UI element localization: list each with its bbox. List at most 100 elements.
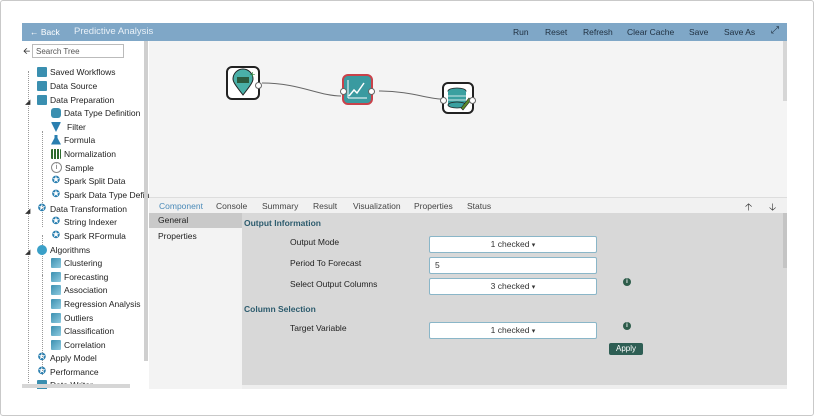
sidebar-item-regression-analysis[interactable]: Regression Analysis bbox=[51, 297, 141, 310]
spark-icon: ✪ bbox=[37, 351, 47, 363]
collapse-data-preparation-icon[interactable]: ◢ bbox=[25, 98, 30, 106]
forecasting-node[interactable] bbox=[340, 74, 375, 105]
top-bar: ← Back Predictive Analysis Run Reset Ref… bbox=[22, 23, 787, 41]
sidebar-item-association[interactable]: Association bbox=[51, 283, 107, 296]
association-icon bbox=[51, 284, 61, 295]
save-button[interactable]: Save bbox=[689, 27, 708, 37]
spark-icon: ✪ bbox=[51, 215, 61, 227]
sidebar-scrollbar[interactable] bbox=[144, 41, 148, 361]
data-source-node[interactable]: + bbox=[226, 66, 262, 100]
sidebar-item-algorithms[interactable]: Algorithms bbox=[37, 243, 90, 256]
tab-visualization[interactable]: Visualization bbox=[353, 201, 401, 211]
input-port[interactable] bbox=[340, 88, 347, 95]
search-tree-input[interactable] bbox=[32, 44, 124, 58]
apply-button[interactable]: Apply bbox=[609, 343, 644, 355]
tab-console[interactable]: Console bbox=[216, 201, 247, 211]
tab-summary[interactable]: Summary bbox=[262, 201, 298, 211]
period-to-forecast-label: Period To Forecast bbox=[290, 258, 362, 268]
output-port[interactable] bbox=[368, 88, 375, 95]
save-as-button[interactable]: Save As bbox=[724, 27, 755, 37]
sidebar-horizontal-scrollbar[interactable] bbox=[22, 384, 130, 388]
sidebar-item-label: Apply Model bbox=[50, 352, 97, 363]
tab-component[interactable]: Component bbox=[159, 201, 203, 211]
sidebar-item-saved-workflows[interactable]: Saved Workflows bbox=[37, 65, 116, 78]
sidebar-item-formula[interactable]: Formula bbox=[51, 133, 95, 146]
sidebar-item-data-transformation[interactable]: ✪ Data Transformation bbox=[37, 202, 127, 215]
properties-subnav: General Properties bbox=[149, 213, 242, 389]
sidebar-item-normalization[interactable]: Normalization bbox=[51, 147, 116, 160]
sidebar-item-label: Data Transformation bbox=[50, 203, 128, 214]
sidebar-item-forecasting[interactable]: Forecasting bbox=[51, 270, 108, 283]
output-information-heading: Output Information bbox=[244, 218, 321, 228]
sidebar-item-label: Association bbox=[64, 284, 108, 295]
info-icon[interactable]: i bbox=[623, 322, 631, 330]
output-mode-dropdown[interactable]: 1 checked bbox=[429, 236, 597, 253]
spark-icon: ✪ bbox=[51, 229, 61, 241]
info-icon[interactable]: i bbox=[623, 278, 631, 286]
data-source-icon bbox=[37, 80, 47, 91]
sidebar-item-correlation[interactable]: Correlation bbox=[51, 338, 106, 351]
form-scrollbar[interactable] bbox=[783, 213, 787, 268]
sidebar-item-apply-model[interactable]: ✪ Apply Model bbox=[37, 351, 97, 364]
target-variable-value: 1 checked bbox=[490, 325, 530, 335]
expand-icon[interactable]: ⤢ bbox=[771, 25, 779, 36]
select-output-columns-dropdown[interactable]: 3 checked bbox=[429, 278, 597, 295]
input-port[interactable] bbox=[440, 97, 447, 104]
connection-line bbox=[261, 82, 342, 97]
correlation-icon bbox=[51, 339, 61, 350]
forecasting-icon bbox=[51, 271, 61, 282]
sidebar-item-spark-data-type-definition[interactable]: ✪ Spark Data Type Defin bbox=[51, 188, 150, 201]
canvas-scrollbar[interactable] bbox=[783, 41, 787, 101]
subnav-general[interactable]: General bbox=[149, 213, 242, 228]
clear-cache-button[interactable]: Clear Cache bbox=[627, 27, 674, 37]
sidebar-item-string-indexer[interactable]: ✪ String Indexer bbox=[51, 215, 117, 228]
sidebar-item-performance[interactable]: ✪ Performance bbox=[37, 365, 99, 378]
sidebar-item-label: Spark RFormula bbox=[64, 230, 126, 241]
sidebar-item-data-type-definition[interactable]: Data Type Definition bbox=[51, 106, 140, 119]
sidebar-item-label: Saved Workflows bbox=[50, 66, 116, 77]
refresh-button[interactable]: Refresh bbox=[583, 27, 613, 37]
workflow-canvas[interactable]: + bbox=[149, 41, 787, 197]
spark-icon: ✪ bbox=[51, 188, 61, 200]
connection-line bbox=[378, 90, 442, 100]
sidebar-item-data-source[interactable]: Data Source bbox=[37, 79, 97, 92]
period-to-forecast-input[interactable]: 5 bbox=[429, 257, 597, 274]
output-port[interactable] bbox=[469, 97, 476, 104]
output-port[interactable] bbox=[255, 82, 262, 89]
map-pin-icon: + bbox=[232, 68, 256, 96]
back-arrow-icon: ← bbox=[30, 27, 39, 37]
database-write-icon bbox=[447, 87, 472, 111]
sidebar-item-label: Outliers bbox=[64, 312, 94, 323]
sidebar-item-label: Data Preparation bbox=[50, 94, 115, 105]
tab-result[interactable]: Result bbox=[313, 201, 337, 211]
sidebar-item-outliers[interactable]: Outliers bbox=[51, 311, 93, 324]
sidebar-item-sample[interactable]: i Sample bbox=[51, 161, 94, 174]
data-writer-node[interactable] bbox=[440, 82, 476, 114]
tab-status[interactable]: Status bbox=[467, 201, 491, 211]
back-label: Back bbox=[40, 27, 60, 37]
sidebar-item-spark-split-data[interactable]: ✪ Spark Split Data bbox=[51, 174, 126, 187]
clustering-icon bbox=[51, 257, 61, 268]
sidebar-item-label: Spark Data Type Defin bbox=[64, 189, 150, 200]
sidebar-item-label: Performance bbox=[50, 366, 99, 377]
target-variable-label: Target Variable bbox=[290, 323, 347, 333]
pin-icon[interactable]: 🡨 bbox=[23, 44, 30, 60]
connection-lines bbox=[261, 82, 442, 100]
sidebar-item-filter[interactable]: Filter bbox=[51, 120, 86, 133]
data-preparation-icon bbox=[37, 94, 47, 105]
collapse-data-transformation-icon[interactable]: ◢ bbox=[25, 207, 30, 215]
back-button[interactable]: ← Back bbox=[30, 27, 60, 37]
gear-icon bbox=[37, 244, 47, 255]
sidebar-item-spark-rformula[interactable]: ✪ Spark RFormula bbox=[51, 229, 126, 242]
collapse-algorithms-icon[interactable]: ◢ bbox=[25, 248, 30, 256]
run-button[interactable]: Run bbox=[513, 27, 529, 37]
subnav-properties[interactable]: Properties bbox=[149, 229, 242, 244]
sidebar-item-data-preparation[interactable]: Data Preparation bbox=[37, 93, 114, 106]
tab-properties[interactable]: Properties bbox=[414, 201, 453, 211]
target-variable-dropdown[interactable]: 1 checked bbox=[429, 322, 597, 339]
sidebar-item-clustering[interactable]: Clustering bbox=[51, 256, 102, 269]
properties-form: Output Information Output Mode 1 checked… bbox=[242, 213, 787, 385]
reset-button[interactable]: Reset bbox=[545, 27, 567, 37]
sidebar-item-classification[interactable]: Classification bbox=[51, 324, 114, 337]
line-chart-icon bbox=[347, 80, 367, 99]
